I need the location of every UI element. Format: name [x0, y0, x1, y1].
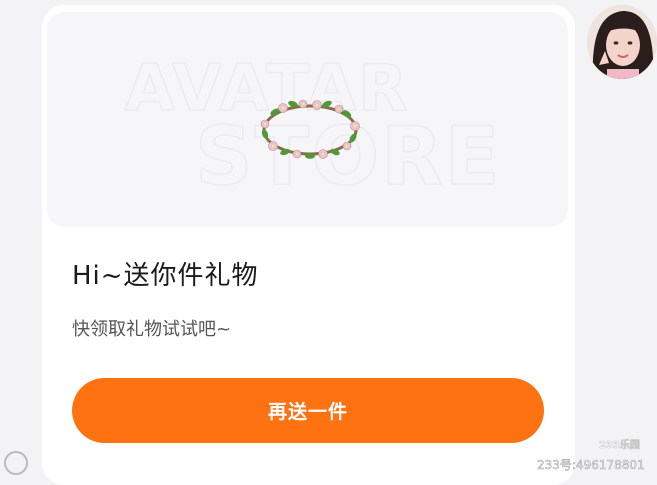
gift-banner: AVATAR STORE — [47, 12, 568, 227]
avatar[interactable] — [587, 5, 657, 79]
user-id-watermark: 233号:496178801 — [537, 458, 645, 473]
send-another-gift-button[interactable]: 再送一件 — [72, 378, 544, 443]
flower-wreath-icon — [260, 99, 360, 159]
message-subtitle: 快领取礼物试试吧~ — [72, 319, 232, 340]
message-title: Hi~送你件礼物 — [72, 261, 259, 291]
app-logo-watermark: 233乐园 — [599, 440, 640, 452]
select-radio[interactable] — [4, 451, 28, 475]
gift-message-card: AVATAR STORE Hi~送你件礼物 快领取礼物试试吧~ 再送一件 — [42, 5, 575, 485]
user-avatar-icon — [587, 5, 657, 79]
